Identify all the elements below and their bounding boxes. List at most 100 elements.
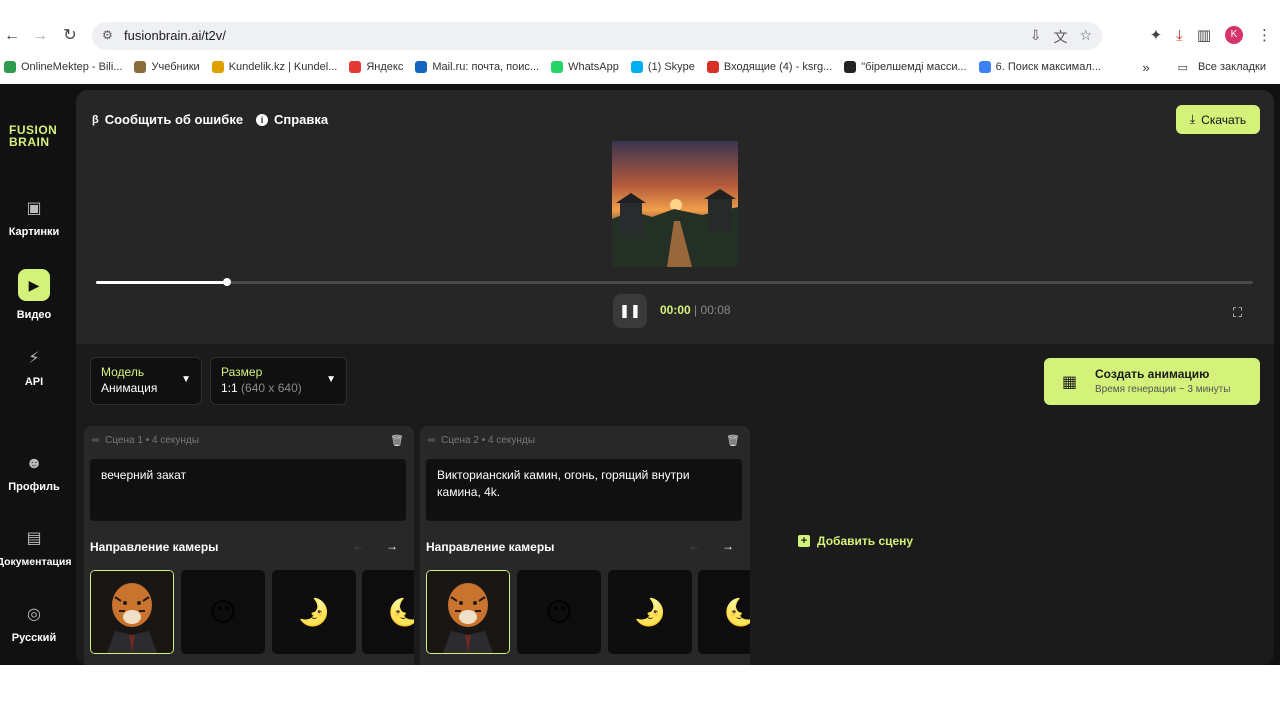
back-arrow-icon[interactable]: ← bbox=[2, 26, 22, 46]
favicon-icon bbox=[551, 61, 564, 73]
camera-option-static[interactable]: 😶 bbox=[517, 570, 601, 654]
download-icon: ⤓ bbox=[1189, 112, 1196, 126]
side-panel-icon[interactable]: ▥ bbox=[1197, 26, 1211, 44]
add-scene-button[interactable]: + Добавить сцену bbox=[798, 534, 913, 548]
install-app-icon[interactable]: ⇩ bbox=[1030, 27, 1042, 47]
all-bookmarks-link[interactable]: Все закладки bbox=[1198, 61, 1266, 73]
downloads-icon[interactable]: ⤓ bbox=[1176, 27, 1183, 44]
favicon-icon bbox=[415, 61, 428, 73]
app: FUSION BRAIN ▣ Картинки ▶ Видео ⚡ API ☻ … bbox=[0, 84, 1280, 665]
sidebar-item-language[interactable]: ◎ Русский bbox=[0, 606, 68, 644]
help-link[interactable]: i Справка bbox=[256, 112, 328, 127]
avatar[interactable]: K bbox=[1225, 26, 1243, 44]
sidebar-item-profile[interactable]: ☻ Профиль bbox=[0, 455, 68, 493]
bookmark-item[interactable]: "бірелшемді масси... bbox=[844, 61, 967, 73]
menu-dots-icon[interactable]: ⋮ bbox=[1257, 26, 1272, 44]
globe-icon: ◎ bbox=[27, 606, 41, 623]
report-bug-link[interactable]: β Сообщить об ошибке bbox=[92, 112, 243, 127]
camera-option-static[interactable]: 😶 bbox=[181, 570, 265, 654]
logo[interactable]: FUSION BRAIN bbox=[9, 124, 57, 148]
chevron-down-icon: ▼ bbox=[181, 374, 191, 385]
bookmark-item[interactable]: Kundelik.kz | Kundel... bbox=[211, 61, 337, 73]
pause-button[interactable]: ❚❚ bbox=[613, 294, 647, 328]
bookmark-item[interactable]: Учебники bbox=[134, 61, 200, 73]
bookmarks-bar: OnlineMektep - Bili... Учебники Kundelik… bbox=[0, 58, 1280, 76]
scene-card: ═ Сцена 1 • 4 секунды 🗑 вечерний закат Н… bbox=[84, 426, 414, 665]
bookmark-item[interactable]: WhatsApp bbox=[551, 61, 619, 73]
bookmark-item[interactable]: 6. Поиск максимал... bbox=[978, 61, 1101, 73]
model-select[interactable]: Модель Анимация ▼ bbox=[90, 357, 202, 405]
site-settings-icon[interactable]: ⚙ bbox=[102, 28, 113, 42]
sidebar-item-images[interactable]: ▣ Картинки bbox=[0, 200, 68, 238]
moon-icon: 🌜 bbox=[723, 596, 750, 627]
time-separator: | bbox=[694, 303, 698, 317]
progress-handle[interactable] bbox=[222, 278, 231, 286]
favicon-icon bbox=[978, 61, 991, 73]
create-animation-button[interactable]: ▦ Создать анимацию Время генерации ~ 3 м… bbox=[1044, 358, 1260, 405]
progress-fill bbox=[96, 281, 227, 284]
forward-arrow-icon[interactable]: → bbox=[30, 26, 50, 46]
scene-card: ═ Сцена 2 • 4 секунды 🗑 Викторианский ка… bbox=[420, 426, 750, 665]
sidebar-item-docs[interactable]: ▤ Документация bbox=[0, 530, 72, 568]
scene-header[interactable]: ═ Сцена 2 • 4 секунды bbox=[428, 435, 535, 446]
browser-chrome: ← → ↻ ⚙ fusionbrain.ai/t2v/ ⇩ 文 ☆ ✦ ⤓ ▥ … bbox=[0, 0, 1280, 84]
bookmark-item[interactable]: OnlineMektep - Bili... bbox=[4, 61, 122, 73]
favicon-icon bbox=[706, 61, 719, 73]
arrow-left-icon[interactable]: ← bbox=[688, 539, 700, 553]
drag-handle-icon[interactable]: ═ bbox=[428, 435, 435, 446]
model-label: Модель bbox=[101, 365, 145, 379]
beta-icon: β bbox=[92, 113, 99, 126]
translate-icon[interactable]: 文 bbox=[1053, 27, 1067, 47]
camera-option-tiger[interactable] bbox=[426, 570, 510, 654]
camera-option-tiger[interactable] bbox=[90, 570, 174, 654]
video-player: β Сообщить об ошибке i Справка ⤓ Скачать bbox=[76, 90, 1274, 344]
camera-option-moon[interactable]: 🌛 bbox=[272, 570, 356, 654]
progress-bar[interactable] bbox=[96, 278, 1253, 286]
camera-option-moon-2[interactable]: 🌜 bbox=[362, 570, 414, 654]
trash-icon[interactable]: 🗑 bbox=[726, 434, 740, 447]
camera-option-moon[interactable]: 🌛 bbox=[608, 570, 692, 654]
favicon-icon bbox=[134, 61, 147, 73]
address-bar[interactable]: ⚙ fusionbrain.ai/t2v/ ⇩ 文 ☆ bbox=[92, 22, 1102, 50]
plus-icon: + bbox=[798, 535, 810, 547]
current-time: 00:00 bbox=[660, 303, 691, 317]
bookmark-star-icon[interactable]: ☆ bbox=[1079, 27, 1092, 47]
model-value: Анимация bbox=[101, 381, 158, 395]
scene-prompt-input[interactable]: вечерний закат bbox=[90, 459, 406, 521]
arrow-right-icon[interactable]: → bbox=[722, 539, 734, 553]
reload-icon[interactable]: ↻ bbox=[60, 26, 80, 46]
arrow-left-icon[interactable]: ← bbox=[352, 539, 364, 553]
sidebar-item-api[interactable]: ⚡ API bbox=[0, 350, 68, 388]
favicon-icon bbox=[349, 61, 362, 73]
profile-icon: ☻ bbox=[25, 455, 43, 472]
camera-option-moon-2[interactable]: 🌜 bbox=[698, 570, 750, 654]
fullscreen-icon[interactable]: ⛶ bbox=[1233, 305, 1242, 321]
url-text[interactable]: fusionbrain.ai/t2v/ bbox=[124, 28, 226, 43]
download-button[interactable]: ⤓ Скачать bbox=[1176, 105, 1260, 134]
scene-prompt-input[interactable]: Викторианский камин, огонь, горящий внут… bbox=[426, 459, 742, 521]
chevron-down-icon: ▼ bbox=[326, 374, 336, 385]
extensions-icon[interactable]: ✦ bbox=[1150, 26, 1163, 44]
camera-options: 😶 🌛 🌜 bbox=[426, 570, 750, 654]
scene-header[interactable]: ═ Сцена 1 • 4 секунды bbox=[92, 435, 199, 446]
size-label: Размер bbox=[221, 365, 263, 379]
favicon-icon bbox=[630, 61, 643, 73]
size-select[interactable]: Размер 1:1 (640 x 640) ▼ bbox=[210, 357, 347, 405]
video-preview[interactable] bbox=[612, 141, 738, 267]
drag-handle-icon[interactable]: ═ bbox=[92, 435, 99, 446]
address-row: ← → ↻ ⚙ fusionbrain.ai/t2v/ ⇩ 文 ☆ ✦ ⤓ ▥ … bbox=[0, 20, 1280, 52]
tiger-image bbox=[427, 571, 509, 653]
bookmark-item[interactable]: Входящие (4) - ksrg... bbox=[706, 61, 832, 73]
bookmark-item[interactable]: Яндекс bbox=[349, 61, 403, 73]
sidebar-item-video[interactable]: ▶ Видео bbox=[0, 269, 68, 321]
video-icon: ▶ bbox=[18, 269, 50, 301]
plug-icon: ⚡ bbox=[28, 350, 40, 367]
moon-icon: 🌛 bbox=[633, 596, 667, 627]
favicon-icon bbox=[844, 61, 857, 73]
folder-icon: ▭ bbox=[1177, 61, 1188, 74]
bookmark-item[interactable]: Mail.ru: почта, поис... bbox=[415, 61, 539, 73]
trash-icon[interactable]: 🗑 bbox=[390, 434, 404, 447]
arrow-right-icon[interactable]: → bbox=[386, 539, 398, 553]
bookmark-item[interactable]: (1) Skype bbox=[630, 61, 695, 73]
more-bookmarks-button[interactable]: » bbox=[1142, 60, 1149, 75]
